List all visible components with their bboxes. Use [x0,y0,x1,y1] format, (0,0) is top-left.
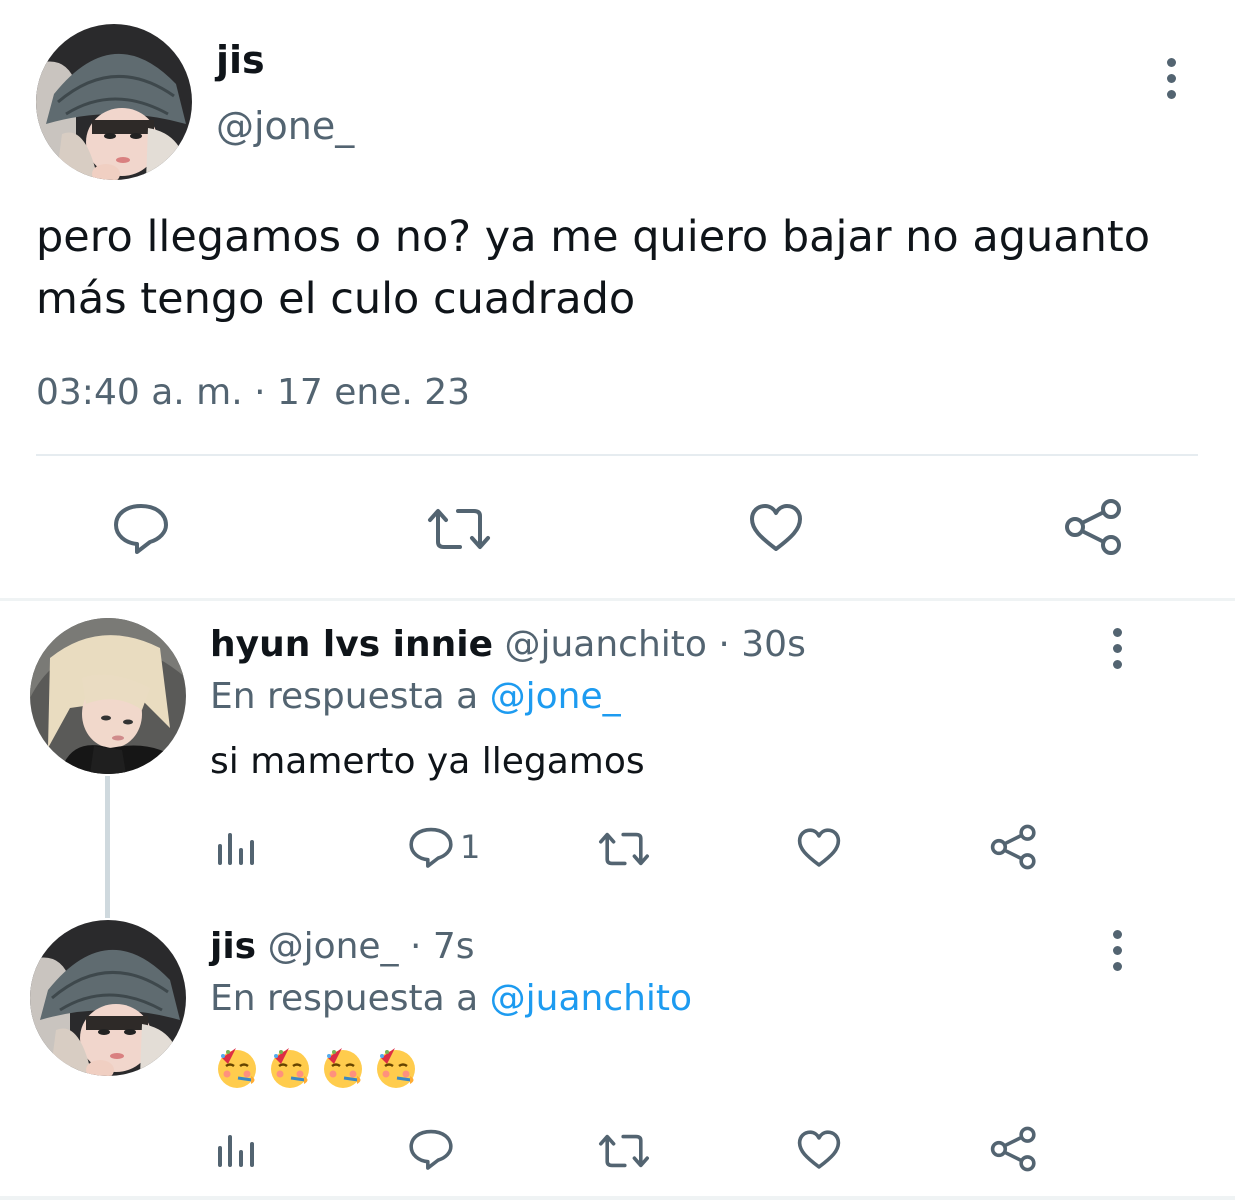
like-icon [797,828,841,867]
reply-avatar[interactable] [30,618,186,774]
reply-avatar[interactable] [30,920,186,1076]
like-icon [750,504,802,551]
replying-to: En respuesta a @juanchito [210,978,692,1019]
like-icon [797,1130,841,1169]
reply-author-name[interactable]: hyun lvs innie [210,624,493,665]
bottom-divider [0,1196,1235,1200]
replying-to-label: En respuesta a [210,676,490,717]
partying-face-icon [377,1048,415,1088]
author-handle[interactable]: @jone_ [216,104,354,148]
replying-to-link[interactable]: @jone_ [490,676,621,717]
share-icon [990,824,1036,870]
retweet-button[interactable] [596,1132,652,1170]
reply-header: hyun lvs innie @juanchito · 30s [210,624,806,665]
like-button[interactable] [796,1129,842,1171]
share-icon [1065,499,1121,555]
analytics-icon [218,1135,254,1167]
share-button[interactable] [990,824,1038,870]
more-options-icon[interactable] [1110,628,1124,669]
like-button[interactable] [796,827,842,869]
share-button[interactable] [990,1126,1038,1172]
reply-time[interactable]: 30s [741,624,806,665]
more-options-icon[interactable] [1164,58,1178,99]
reply-header: jis @jone_ · 7s [210,926,475,967]
partying-face-icon [324,1048,362,1088]
analytics-icon [218,833,254,865]
divider [36,454,1198,456]
partying-face-icon [218,1048,256,1088]
reply-icon [409,827,453,868]
replying-to-link[interactable]: @juanchito [490,978,692,1019]
retweet-button[interactable] [596,830,652,868]
tweet-text: pero llegamos o no? ya me quiero bajar n… [36,212,1151,324]
reply-author-handle[interactable]: @juanchito [504,624,706,665]
tweet-timestamp[interactable]: 03:40 a. m. · 17 ene. 23 [36,372,470,413]
reply-author-name[interactable]: jis [210,926,256,967]
more-options-icon[interactable] [1110,930,1124,971]
reply-time[interactable]: 7s [433,926,475,967]
share-button[interactable] [1064,498,1124,556]
retweet-icon [428,509,490,549]
author-avatar[interactable] [36,24,192,180]
section-divider [0,598,1235,601]
author-name[interactable]: jis [216,38,265,82]
reply-button[interactable]: 1 [408,826,480,868]
retweet-button[interactable] [424,506,494,552]
replying-to-label: En respuesta a [210,978,490,1019]
separator-dot: · [706,624,742,665]
reply-text: si mamerto ya llegamos [210,741,645,782]
analytics-button[interactable] [216,832,256,866]
thread-line [105,776,110,918]
reply-emojis [214,1044,426,1090]
reply-count: 1 [460,828,481,866]
share-icon [990,1126,1036,1172]
partying-face-icon [271,1048,309,1088]
reply-button[interactable] [112,502,170,554]
reply-button[interactable] [408,1128,454,1170]
like-button[interactable] [748,502,804,554]
reply-icon [409,1129,453,1170]
analytics-button[interactable] [216,1134,256,1168]
replying-to: En respuesta a @jone_ [210,676,621,717]
reply-author-handle[interactable]: @jone_ [268,926,399,967]
retweet-icon [599,832,649,866]
retweet-icon [599,1134,649,1168]
separator-dot: · [398,926,433,967]
reply-icon [114,504,168,554]
